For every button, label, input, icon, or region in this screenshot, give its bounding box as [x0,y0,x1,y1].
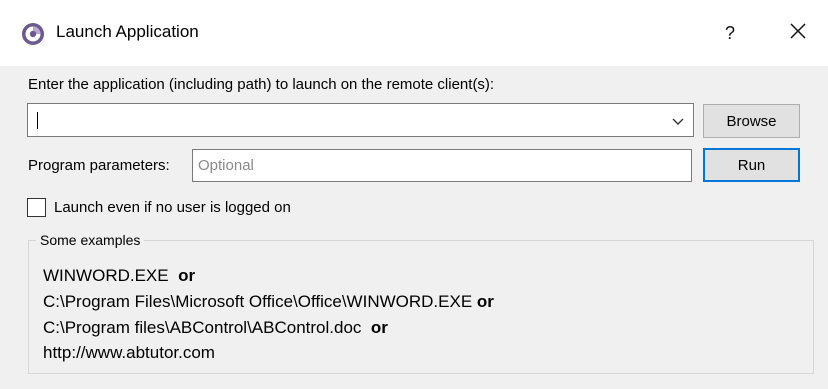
application-path-combobox[interactable] [27,103,694,137]
run-button[interactable]: Run [703,148,800,182]
launch-without-user-label[interactable]: Launch even if no user is logged on [54,199,291,216]
examples-group-title: Some examples [36,232,145,248]
help-button[interactable]: ? [710,14,750,52]
example-path: C:\Program Files\Microsoft Office\Office… [43,292,473,311]
window-title: Launch Application [56,22,199,41]
launch-without-user-option[interactable]: Launch even if no user is logged on [27,196,291,218]
browse-button[interactable]: Browse [703,104,800,138]
app-logo-icon [21,22,45,46]
chevron-down-icon[interactable] [669,112,687,130]
program-parameters-input[interactable] [192,149,692,182]
close-button[interactable] [776,14,820,52]
application-path-label: Enter the application (including path) t… [28,76,495,93]
text-caret [37,112,38,129]
example-or: or [476,292,494,311]
example-or: or [370,318,388,337]
launch-without-user-checkbox[interactable] [27,197,46,217]
example-line: C:\Program Files\Microsoft Office\Office… [43,292,494,312]
example-line: WINWORD.EXE or [43,266,195,286]
example-line: http://www.abtutor.com [43,343,215,363]
example-path: http://www.abtutor.com [43,343,215,362]
example-path: C:\Program files\ABControl\ABControl.doc [43,318,362,337]
application-path-input[interactable] [28,104,658,136]
example-line: C:\Program files\ABControl\ABControl.doc… [43,318,388,338]
example-or: or [178,266,196,285]
close-icon [789,22,807,44]
program-parameters-label: Program parameters: [28,157,170,174]
title-bar: Launch Application ? [0,0,828,66]
example-path: WINWORD.EXE [43,266,169,285]
